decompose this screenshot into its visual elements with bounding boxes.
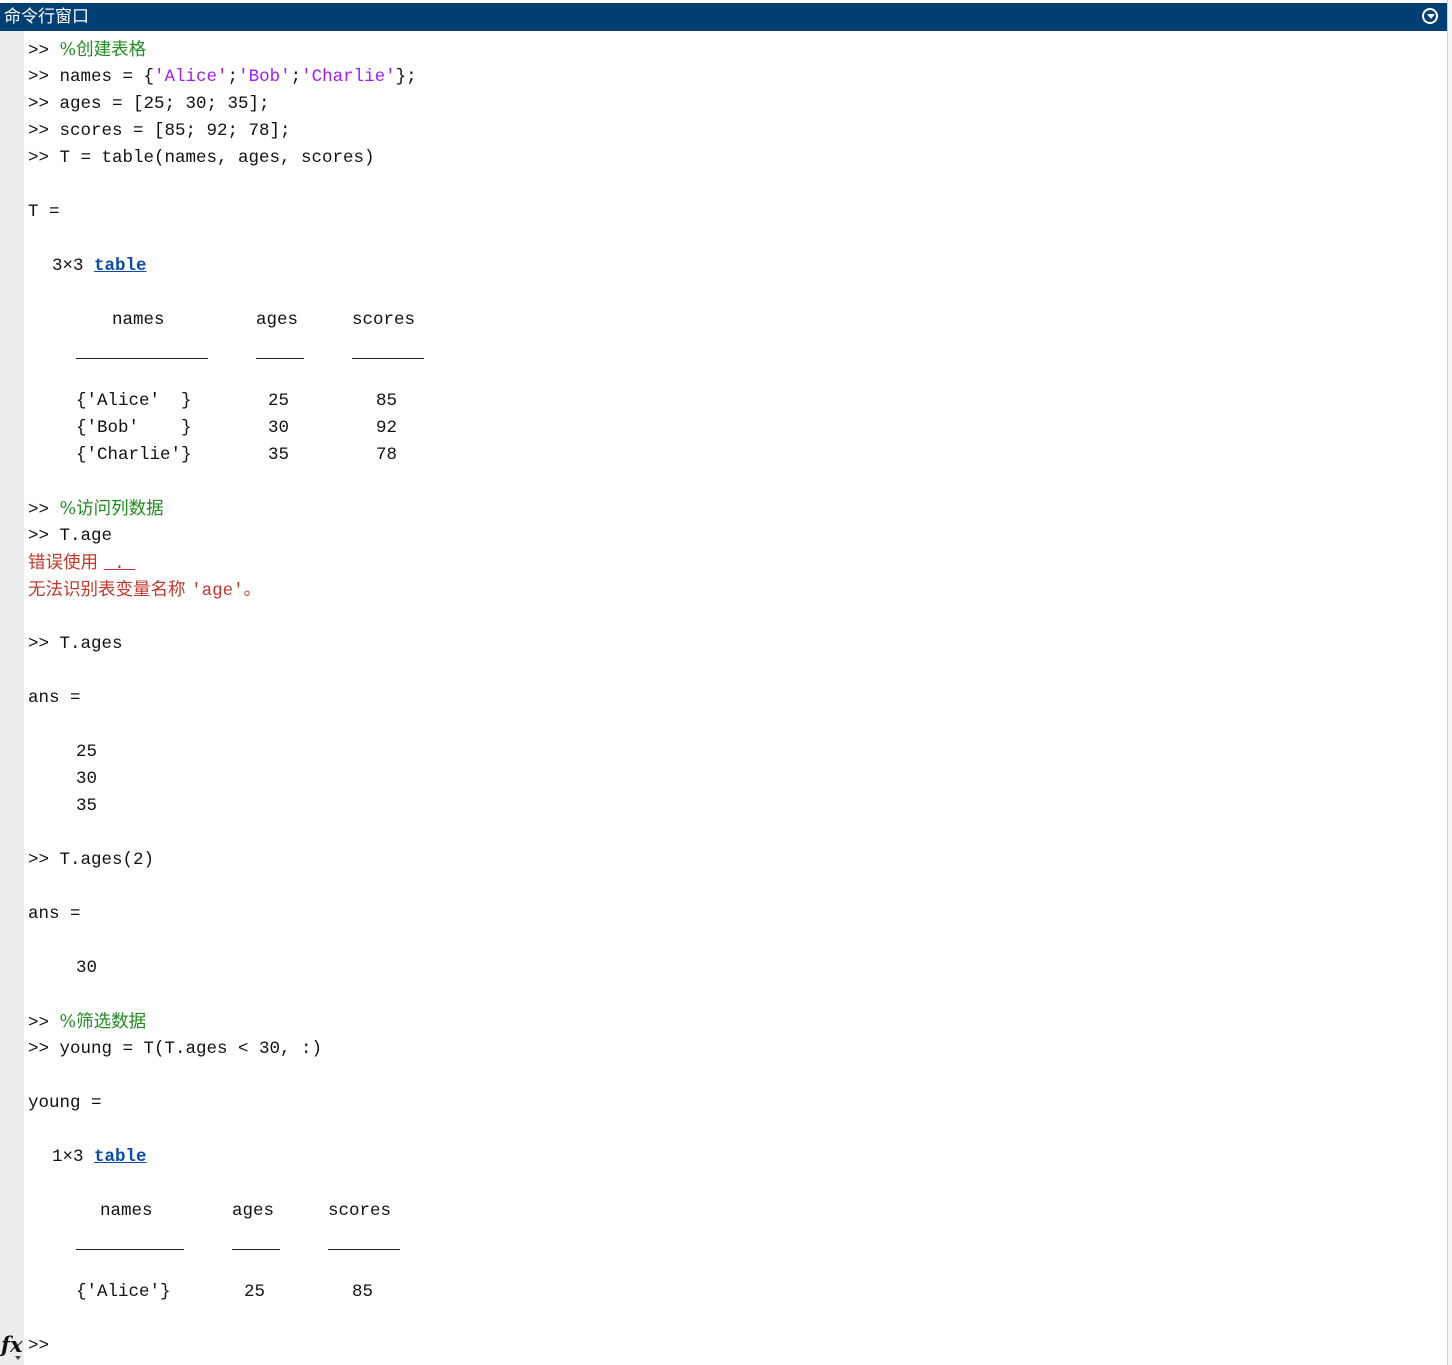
error-line: 错误使用 .	[28, 550, 135, 578]
prompt: >>	[28, 67, 60, 87]
output-value: 25	[76, 742, 98, 762]
table-cell: 25	[268, 391, 290, 411]
comment: %创建表格	[59, 40, 147, 60]
output-value: 30	[76, 958, 98, 978]
error-text: 。	[243, 580, 262, 600]
output-assign: young =	[28, 1093, 102, 1113]
table-size: 1×3	[52, 1147, 95, 1167]
window-titlebar: 命令行窗口	[0, 3, 1447, 31]
table-cell: {'Alice'}	[76, 1282, 171, 1302]
table-header: names	[100, 1201, 153, 1221]
code-text: ;	[290, 67, 302, 87]
table-cell: 92	[376, 418, 398, 438]
error-text: 无法识别表变量名称	[28, 580, 192, 600]
console-line: >> T = table(names, ages, scores)	[28, 148, 375, 168]
code-text: ;	[227, 67, 239, 87]
comment: %筛选数据	[59, 1012, 147, 1032]
console-line: >> T.age	[28, 526, 113, 546]
console-line: >> scores = [85; 92; 78];	[28, 121, 291, 141]
prompt: >>	[28, 1013, 60, 1033]
string-literal: 'Bob'	[238, 67, 291, 87]
table-size: 3×3	[52, 256, 95, 276]
header-underline	[76, 1249, 184, 1250]
table-link[interactable]: table	[94, 1147, 147, 1167]
function-browser-fx-icon[interactable]: fx	[1, 1332, 23, 1357]
prompt: >>	[28, 41, 60, 61]
header-underline	[232, 1249, 280, 1250]
table-header: ages	[256, 310, 299, 330]
console-line: >> young = T(T.ages < 30, :)	[28, 1039, 323, 1059]
header-underline	[76, 358, 208, 359]
output-value: 30	[76, 769, 98, 789]
console-line: >> ages = [25; 30; 35];	[28, 94, 270, 114]
table-cell: {'Alice' }	[76, 391, 192, 411]
console-gutter	[0, 31, 24, 1365]
prompt: >>	[28, 500, 60, 520]
table-cell: {'Bob' }	[76, 418, 192, 438]
table-header: names	[112, 310, 165, 330]
error-link[interactable]: .	[104, 554, 136, 574]
header-underline	[256, 358, 304, 359]
code-text: names = {	[59, 67, 155, 87]
console-line: >> %筛选数据	[28, 1009, 146, 1037]
console-line: >> T.ages	[28, 634, 123, 654]
table-cell: 85	[376, 391, 398, 411]
string-literal: 'Charlie'	[301, 67, 396, 87]
comment: %访问列数据	[59, 499, 164, 519]
string-literal: 'Alice'	[154, 67, 228, 87]
code-text: };	[395, 67, 417, 87]
output-value: 35	[76, 796, 98, 816]
table-cell: 30	[268, 418, 290, 438]
console-line: >> %创建表格	[28, 37, 146, 65]
fx-dropdown-arrow-icon[interactable]	[15, 1356, 21, 1360]
console-line: >> %访问列数据	[28, 496, 164, 524]
table-size-line: 1×3 table	[52, 1144, 147, 1171]
header-underline	[328, 1249, 400, 1250]
table-cell: 25	[244, 1282, 266, 1302]
command-prompt[interactable]: >>	[28, 1333, 49, 1360]
table-size-line: 3×3 table	[52, 253, 147, 280]
output-assign: ans =	[28, 904, 81, 924]
table-cell: 78	[376, 445, 398, 465]
circle-chevron-down-icon[interactable]	[1422, 8, 1438, 24]
output-assign: ans =	[28, 688, 81, 708]
table-cell: 85	[352, 1282, 374, 1302]
window-title: 命令行窗口	[4, 7, 89, 27]
table-header: scores	[352, 310, 416, 330]
console-line: >> T.ages(2)	[28, 850, 155, 870]
output-assign: T =	[28, 202, 60, 222]
header-underline	[352, 358, 424, 359]
error-line: 无法识别表变量名称 'age'。	[28, 577, 261, 605]
error-code: 'age'	[191, 581, 244, 601]
table-cell: 35	[268, 445, 290, 465]
table-header: ages	[232, 1201, 275, 1221]
table-cell: {'Charlie'}	[76, 445, 192, 465]
window-right-edge	[1447, 0, 1452, 1365]
table-link[interactable]: table	[94, 256, 147, 276]
error-text: 错误使用	[28, 553, 104, 573]
table-header: scores	[328, 1201, 392, 1221]
console-line: >> names = {'Alice';'Bob';'Charlie'};	[28, 64, 417, 91]
